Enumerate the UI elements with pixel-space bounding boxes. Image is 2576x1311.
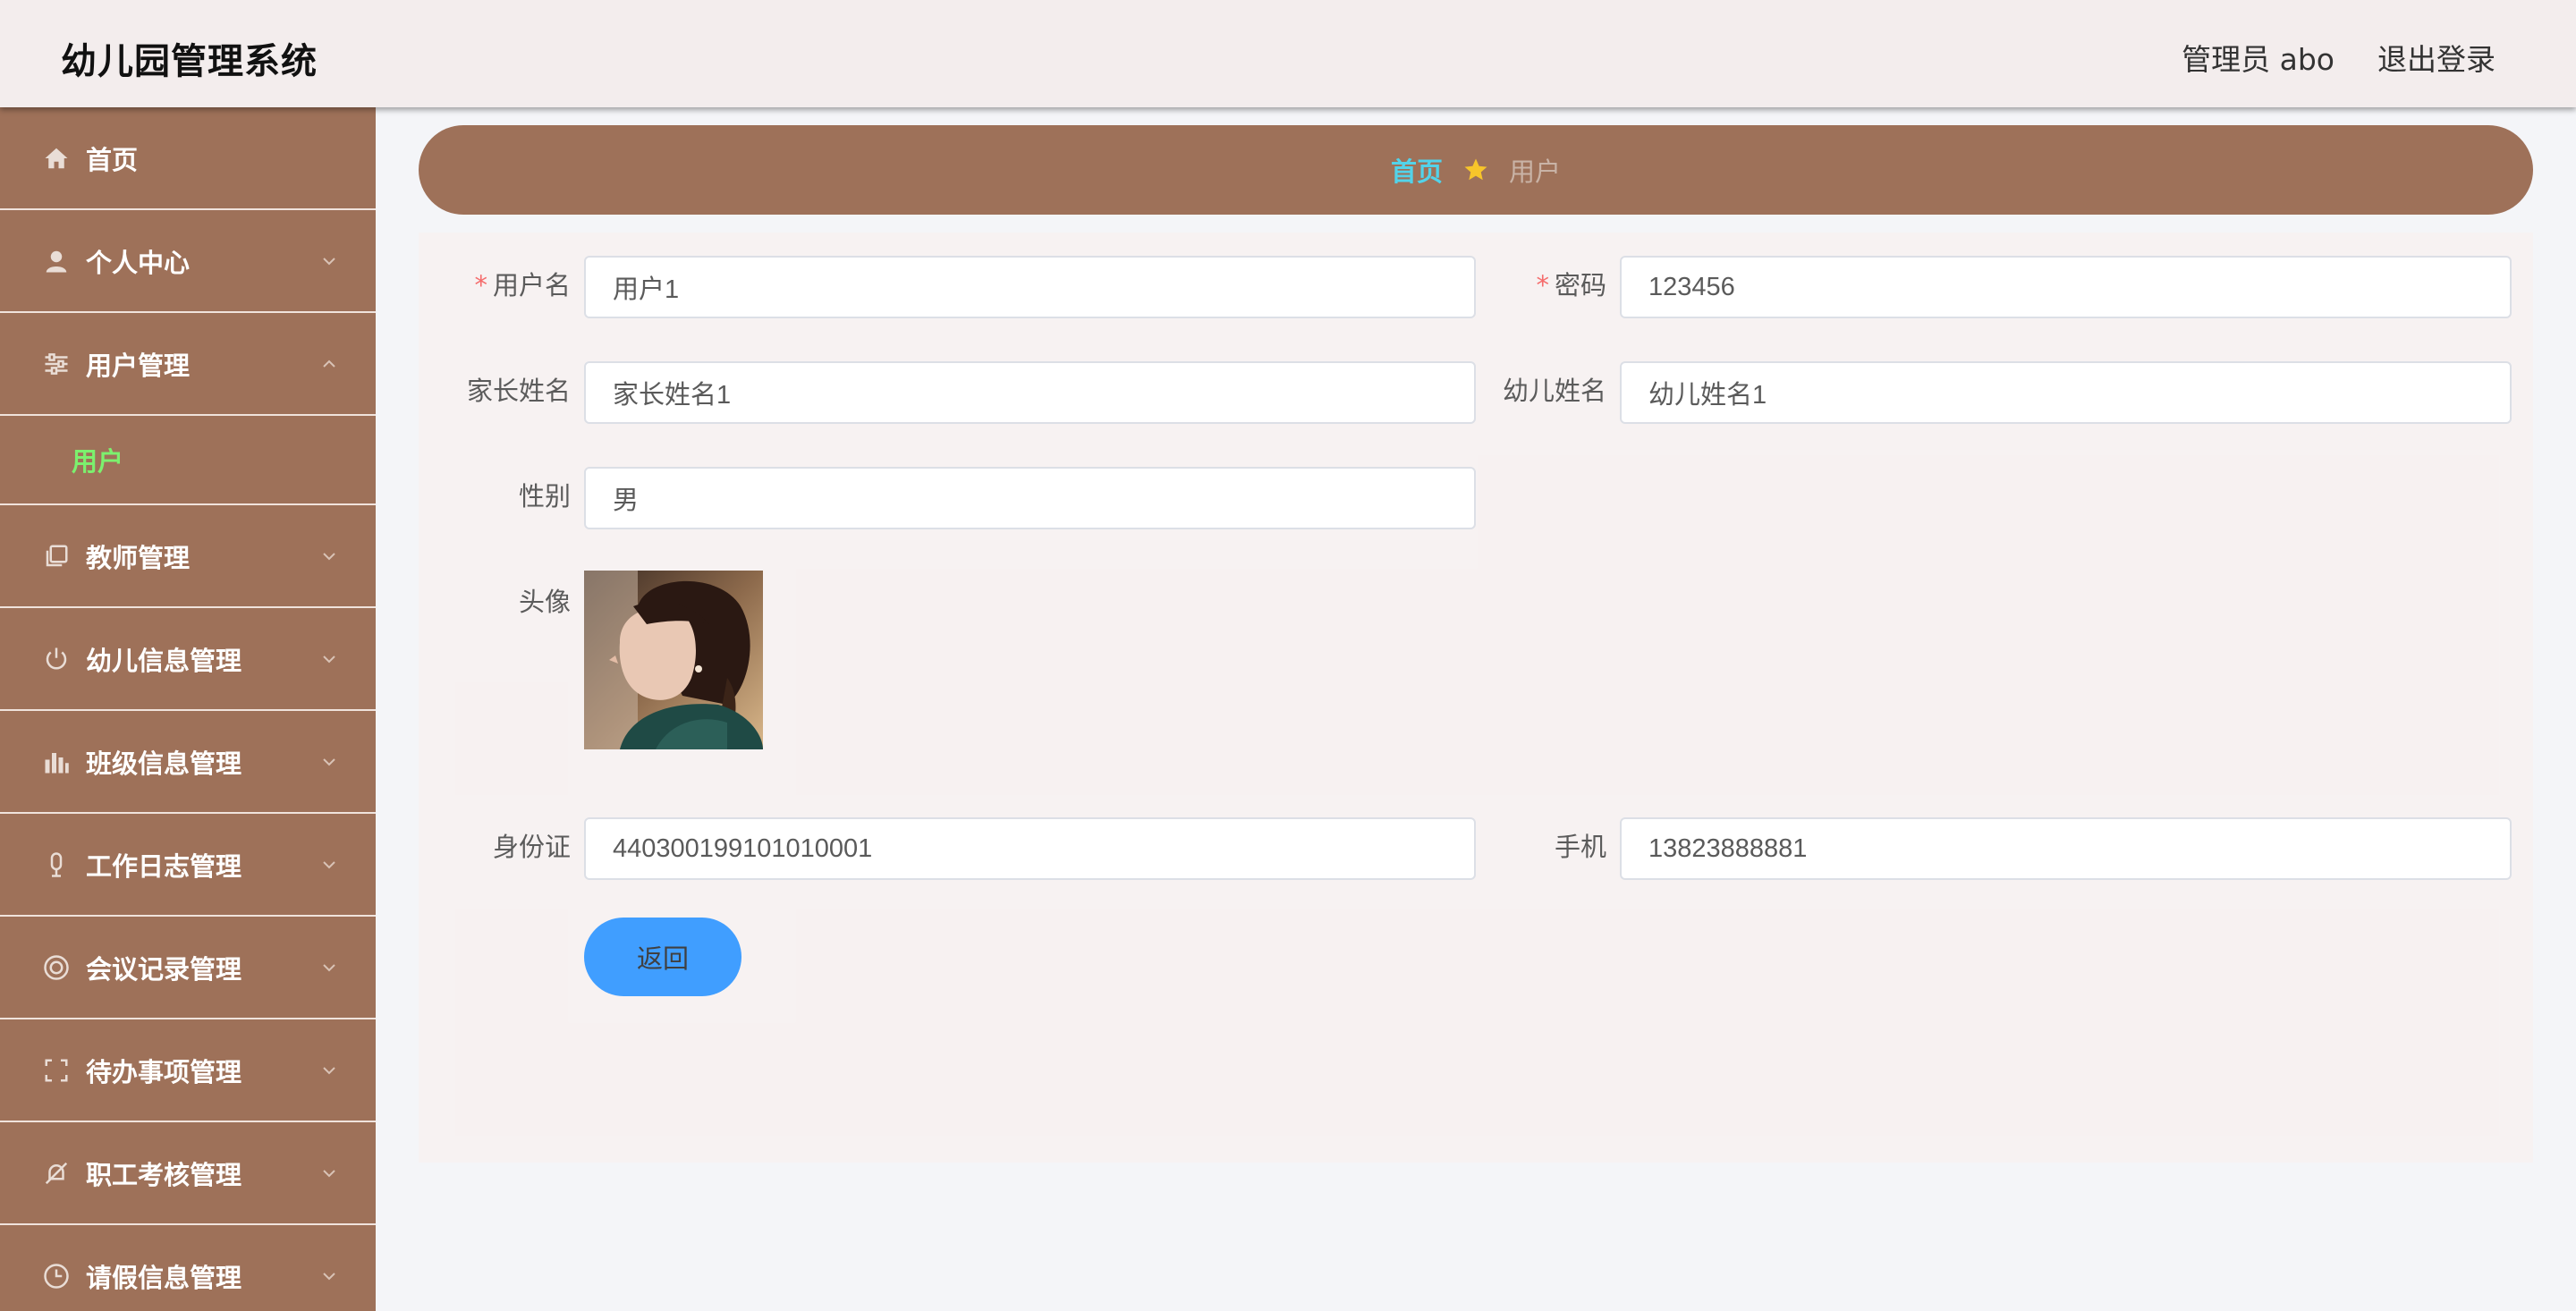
id-card-input[interactable] [584,817,1476,880]
sidebar-item-label: 首页 [86,144,139,175]
sidebar-item-meeting-records[interactable]: 会议记录管理 [0,917,376,1019]
gender-label: 性别 [518,481,571,512]
sidebar-item-child-info[interactable]: 幼儿信息管理 [0,608,376,711]
password-label: * 密码 [1536,270,1606,300]
phone-input[interactable] [1620,817,2512,880]
breadcrumb-home-link[interactable]: 首页 [1391,151,1443,189]
user-icon [41,246,72,276]
password-input[interactable] [1620,256,2512,318]
parent-name-label: 家长姓名 [466,376,571,406]
sidebar-item-label: 班级信息管理 [86,748,242,779]
sidebar-item-staff-assessment[interactable]: 职工考核管理 [0,1122,376,1225]
sidebar-item-label: 个人中心 [86,247,191,278]
lifebuoy-icon [41,952,72,983]
home-icon [41,143,72,173]
sidebar-item-home[interactable]: 首页 [0,107,376,210]
sidebar-item-label: 会议记录管理 [86,953,242,985]
chevron-down-icon [323,1066,335,1074]
username-input[interactable] [584,256,1476,318]
sidebar: 首页 个人中心 用户管理 用户 教师管理 幼儿信息管理 班级信息管理 工作日志管… [0,107,376,1311]
bell-off-icon [41,1158,72,1188]
chevron-down-icon [323,963,335,971]
sidebar-item-label: 用户管理 [86,350,191,381]
sidebar-item-label: 工作日志管理 [86,850,242,882]
copy-icon [41,541,72,571]
star-icon [1464,158,1487,181]
gender-input[interactable] [584,467,1476,529]
microphone-icon [41,850,72,880]
sidebar-item-label: 职工考核管理 [86,1159,242,1190]
sliders-icon [41,349,72,379]
breadcrumb: 首页 用户 [419,125,2533,215]
sidebar-subitem-label: 用户 [72,446,124,477]
header-user-area: 管理员 abo 退出登录 [2182,36,2496,79]
required-star: * [1536,270,1549,300]
sidebar-item-label: 待办事项管理 [86,1056,242,1087]
child-name-label: 幼儿姓名 [1502,376,1606,406]
child-name-input[interactable] [1620,361,2512,424]
sidebar-item-work-log[interactable]: 工作日志管理 [0,814,376,917]
required-star: * [474,270,487,300]
sidebar-item-label: 请假信息管理 [86,1262,242,1293]
parent-name-input[interactable] [584,361,1476,424]
sidebar-item-leave-info[interactable]: 请假信息管理 [0,1225,376,1311]
chevron-down-icon [323,257,335,265]
top-header: 幼儿园管理系统 管理员 abo 退出登录 [0,0,2576,107]
back-button[interactable]: 返回 [584,918,741,996]
current-user-label: 管理员 abo [2182,42,2334,77]
chevron-down-icon [323,1169,335,1177]
avatar-label: 头像 [518,587,571,617]
avatar-image [584,571,763,749]
chevron-down-icon [323,860,335,868]
sidebar-item-user-management[interactable]: 用户管理 [0,313,376,416]
app-title: 幼儿园管理系统 [61,41,318,82]
chevron-down-icon [323,757,335,765]
sidebar-subitem-users[interactable]: 用户 [0,416,376,505]
logout-link[interactable]: 退出登录 [2377,36,2496,79]
clock-icon [41,1261,72,1291]
sidebar-item-teacher-management[interactable]: 教师管理 [0,505,376,608]
fullscreen-icon [41,1055,72,1086]
chevron-down-icon [323,1272,335,1280]
sidebar-item-class-info[interactable]: 班级信息管理 [0,711,376,814]
id-card-label: 身份证 [492,832,571,862]
main-content: 首页 用户 *用户名 *密码 家长姓名 幼儿姓名 性别 头像 [376,107,2576,1311]
sidebar-item-label: 幼儿信息管理 [86,645,242,676]
sidebar-item-profile[interactable]: 个人中心 [0,210,376,313]
bar-chart-icon [41,747,72,777]
phone-label: 手机 [1554,832,1606,862]
chevron-down-icon [323,655,335,663]
username-label: * 用户名 [474,270,571,300]
chevron-down-icon [323,552,335,560]
sidebar-item-todo[interactable]: 待办事项管理 [0,1019,376,1122]
breadcrumb-current: 用户 [1509,156,1562,187]
chevron-up-icon [323,359,335,368]
user-detail-form: *用户名 *密码 家长姓名 幼儿姓名 性别 头像 [419,233,2533,1163]
sidebar-item-label: 教师管理 [86,542,191,573]
power-icon [41,644,72,674]
